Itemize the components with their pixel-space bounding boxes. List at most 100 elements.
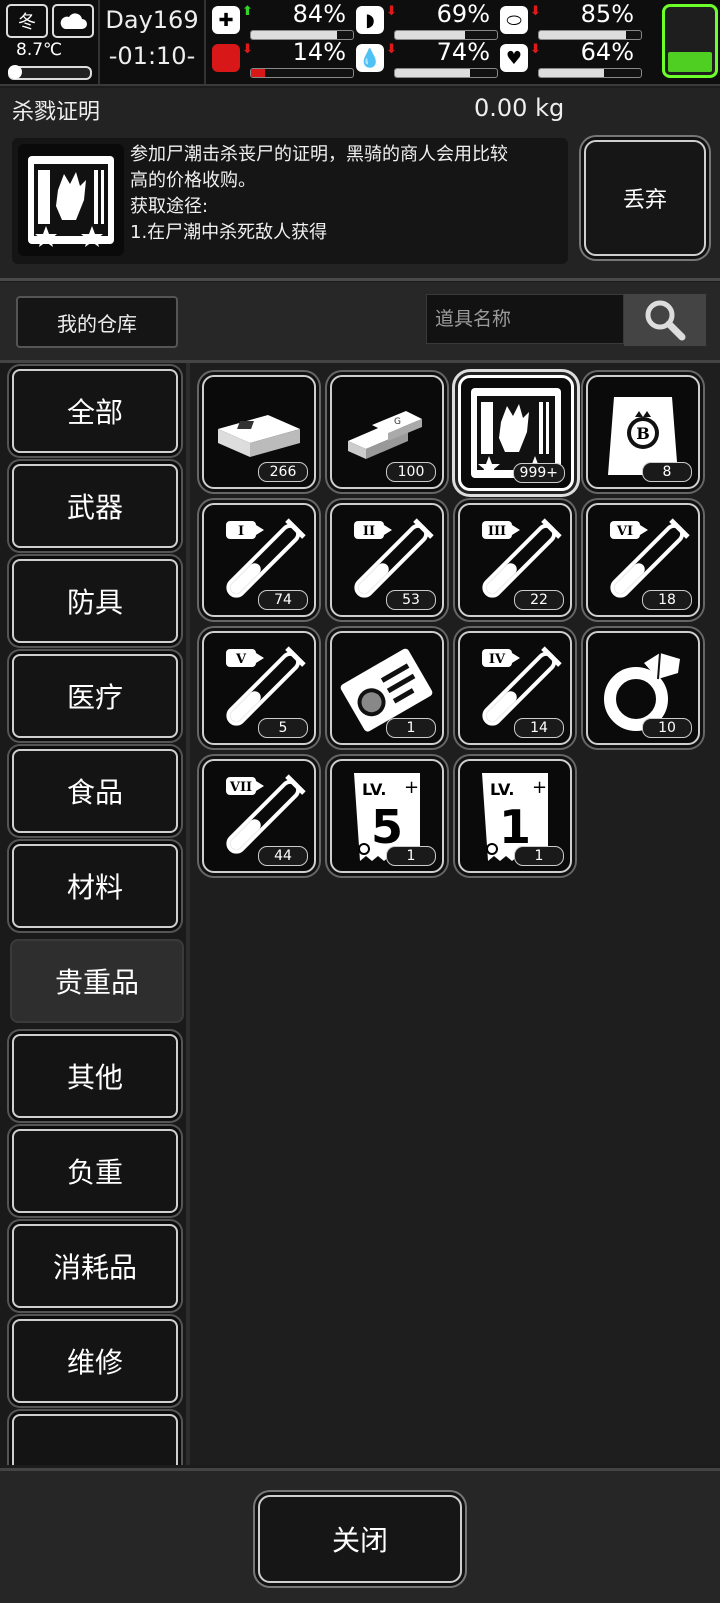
pill-icon: ⬭ [500,6,528,34]
category-tab[interactable]: 材料 [12,844,178,928]
category-tab[interactable]: 食品 [12,749,178,833]
boot-icon: ▟ [212,44,240,72]
mood-percent: 64% [580,38,634,66]
arrow-down-icon: ⬇ [242,42,253,57]
svg-text:II: II [363,524,375,539]
svg-text:III: III [488,524,506,539]
svg-text:V: V [235,652,247,667]
mood-stat: ♥ ⬇ 64% [500,38,642,78]
status-bar: 冬 8.7℃ Day169 -01:10- ✚ ⬆ 84% ◗ ⬇ 69% ⬭ ⬇ 85% ▟ ⬇ 1… [0,0,720,86]
item-count: 100 [386,462,436,482]
category-tab[interactable] [12,1414,178,1465]
svg-text:LV.: LV. [490,780,514,799]
inventory-slot[interactable]: LV. +5 1 [330,759,444,873]
inventory-slot[interactable]: V5 [202,631,316,745]
svg-text:IV: IV [489,652,506,667]
cloud-icon [52,4,94,38]
close-button[interactable]: 关闭 [258,1495,462,1583]
footer: 关闭 [0,1468,720,1603]
category-tab[interactable]: 负重 [12,1129,178,1213]
inventory-slot[interactable]: IV 14 [458,631,572,745]
health-stat: ✚ ⬆ 84% [212,0,354,40]
item-description: 参加尸潮击杀丧尸的证明，黑骑的商人会用比较 高的价格收购。 获取途径: 1.在尸… [130,142,560,246]
item-description-box: 参加尸潮击杀丧尸的证明，黑骑的商人会用比较 高的价格收购。 获取途径: 1.在尸… [12,138,568,264]
battery-level [668,51,712,72]
inventory-slot[interactable]: VII 44 [202,759,316,873]
description-line: 1.在尸潮中杀死敌人获得 [130,222,328,243]
hunger-percent: 69% [436,0,490,28]
heart-icon: ♥ [500,44,528,72]
search-button[interactable] [624,294,706,346]
battery-icon [662,4,718,78]
stamina-percent: 14% [292,38,346,66]
mood-bar-fill [539,69,605,77]
category-tab[interactable]: 贵重品 [10,939,184,1023]
item-count: 266 [258,462,308,482]
item-count: 1 [386,846,436,866]
inventory-slot[interactable]: III 22 [458,503,572,617]
inventory-slot[interactable]: 999+ [458,375,574,491]
svg-text:+: + [532,777,547,798]
item-count: 10 [642,718,692,738]
season-label: 冬 [18,12,36,33]
inventory-slot[interactable]: 1 [330,631,444,745]
thirst-bar-fill [395,69,471,77]
svg-text:B: B [636,424,650,443]
item-count: 1 [514,846,564,866]
svg-text:G: G [394,417,401,427]
category-tab[interactable]: 医疗 [12,654,178,738]
item-count: 22 [514,590,564,610]
svg-text:I: I [238,524,244,539]
item-count: 53 [386,590,436,610]
item-count: 8 [642,462,692,482]
discard-button[interactable]: 丢弃 [584,140,706,256]
health-percent: 84% [292,0,346,28]
warehouse-tab[interactable]: 我的仓库 [16,296,178,348]
inventory-slot[interactable]: B8 [586,375,700,489]
kill-proof-icon [18,144,124,256]
svg-text:+: + [404,777,419,798]
item-name: 杀戮证明 [12,100,101,125]
item-count: 74 [258,590,308,610]
inventory-slot[interactable]: 266 [202,375,316,489]
category-tab[interactable]: 防具 [12,559,178,643]
medicine-stat: ⬭ ⬇ 85% [500,0,642,40]
inventory-slot[interactable]: 10 [586,631,700,745]
inventory-slot[interactable]: G 100 [330,375,444,489]
thirst-percent: 74% [436,38,490,66]
inventory-slot[interactable]: I 74 [202,503,316,617]
water-drop-icon: 💧 [356,44,384,72]
item-weight: 0.00 kg [474,94,565,122]
description-line: 获取途径: [130,196,209,217]
warehouse-bar: 我的仓库 [0,282,720,363]
category-tab[interactable]: 武器 [12,464,178,548]
item-count: 44 [258,846,308,866]
category-tab[interactable]: 消耗品 [12,1224,178,1308]
arrow-down-icon: ⬇ [386,4,397,19]
thirst-bar [394,68,498,78]
stamina-bar-fill [251,69,266,77]
item-count: 1 [386,718,436,738]
description-line: 高的价格收购。 [130,170,256,191]
category-sidebar: 全部武器防具医疗食品材料贵重品其他负重消耗品维修 [0,363,190,1465]
mood-bar [538,68,642,78]
svg-text:VI: VI [616,524,633,539]
inventory-slot[interactable]: LV. +1 1 [458,759,572,873]
weather-panel: 冬 8.7℃ [6,4,94,80]
arrow-down-icon: ⬇ [530,4,541,19]
day-counter: Day169 [105,6,199,34]
inventory-slot[interactable]: II 53 [330,503,444,617]
medkit-icon: ✚ [212,6,240,34]
arrow-up-icon: ⬆ [242,4,253,19]
inventory-slot[interactable]: VI 18 [586,503,700,617]
category-tab[interactable]: 维修 [12,1319,178,1403]
category-tab[interactable]: 全部 [12,369,178,453]
svg-text:LV.: LV. [362,780,386,799]
thermometer-icon [8,65,92,80]
inventory-grid: 266 G 100 999+ B 8 I 74 II 53 III 22 VI 18 V 5 1 IV 14 10 VI… [190,363,720,1465]
hunger-stat: ◗ ⬇ 69% [356,0,498,40]
search-icon [645,300,686,341]
temperature: 8.7℃ [16,40,63,60]
item-search-input[interactable] [426,294,624,344]
category-tab[interactable]: 其他 [12,1034,178,1118]
